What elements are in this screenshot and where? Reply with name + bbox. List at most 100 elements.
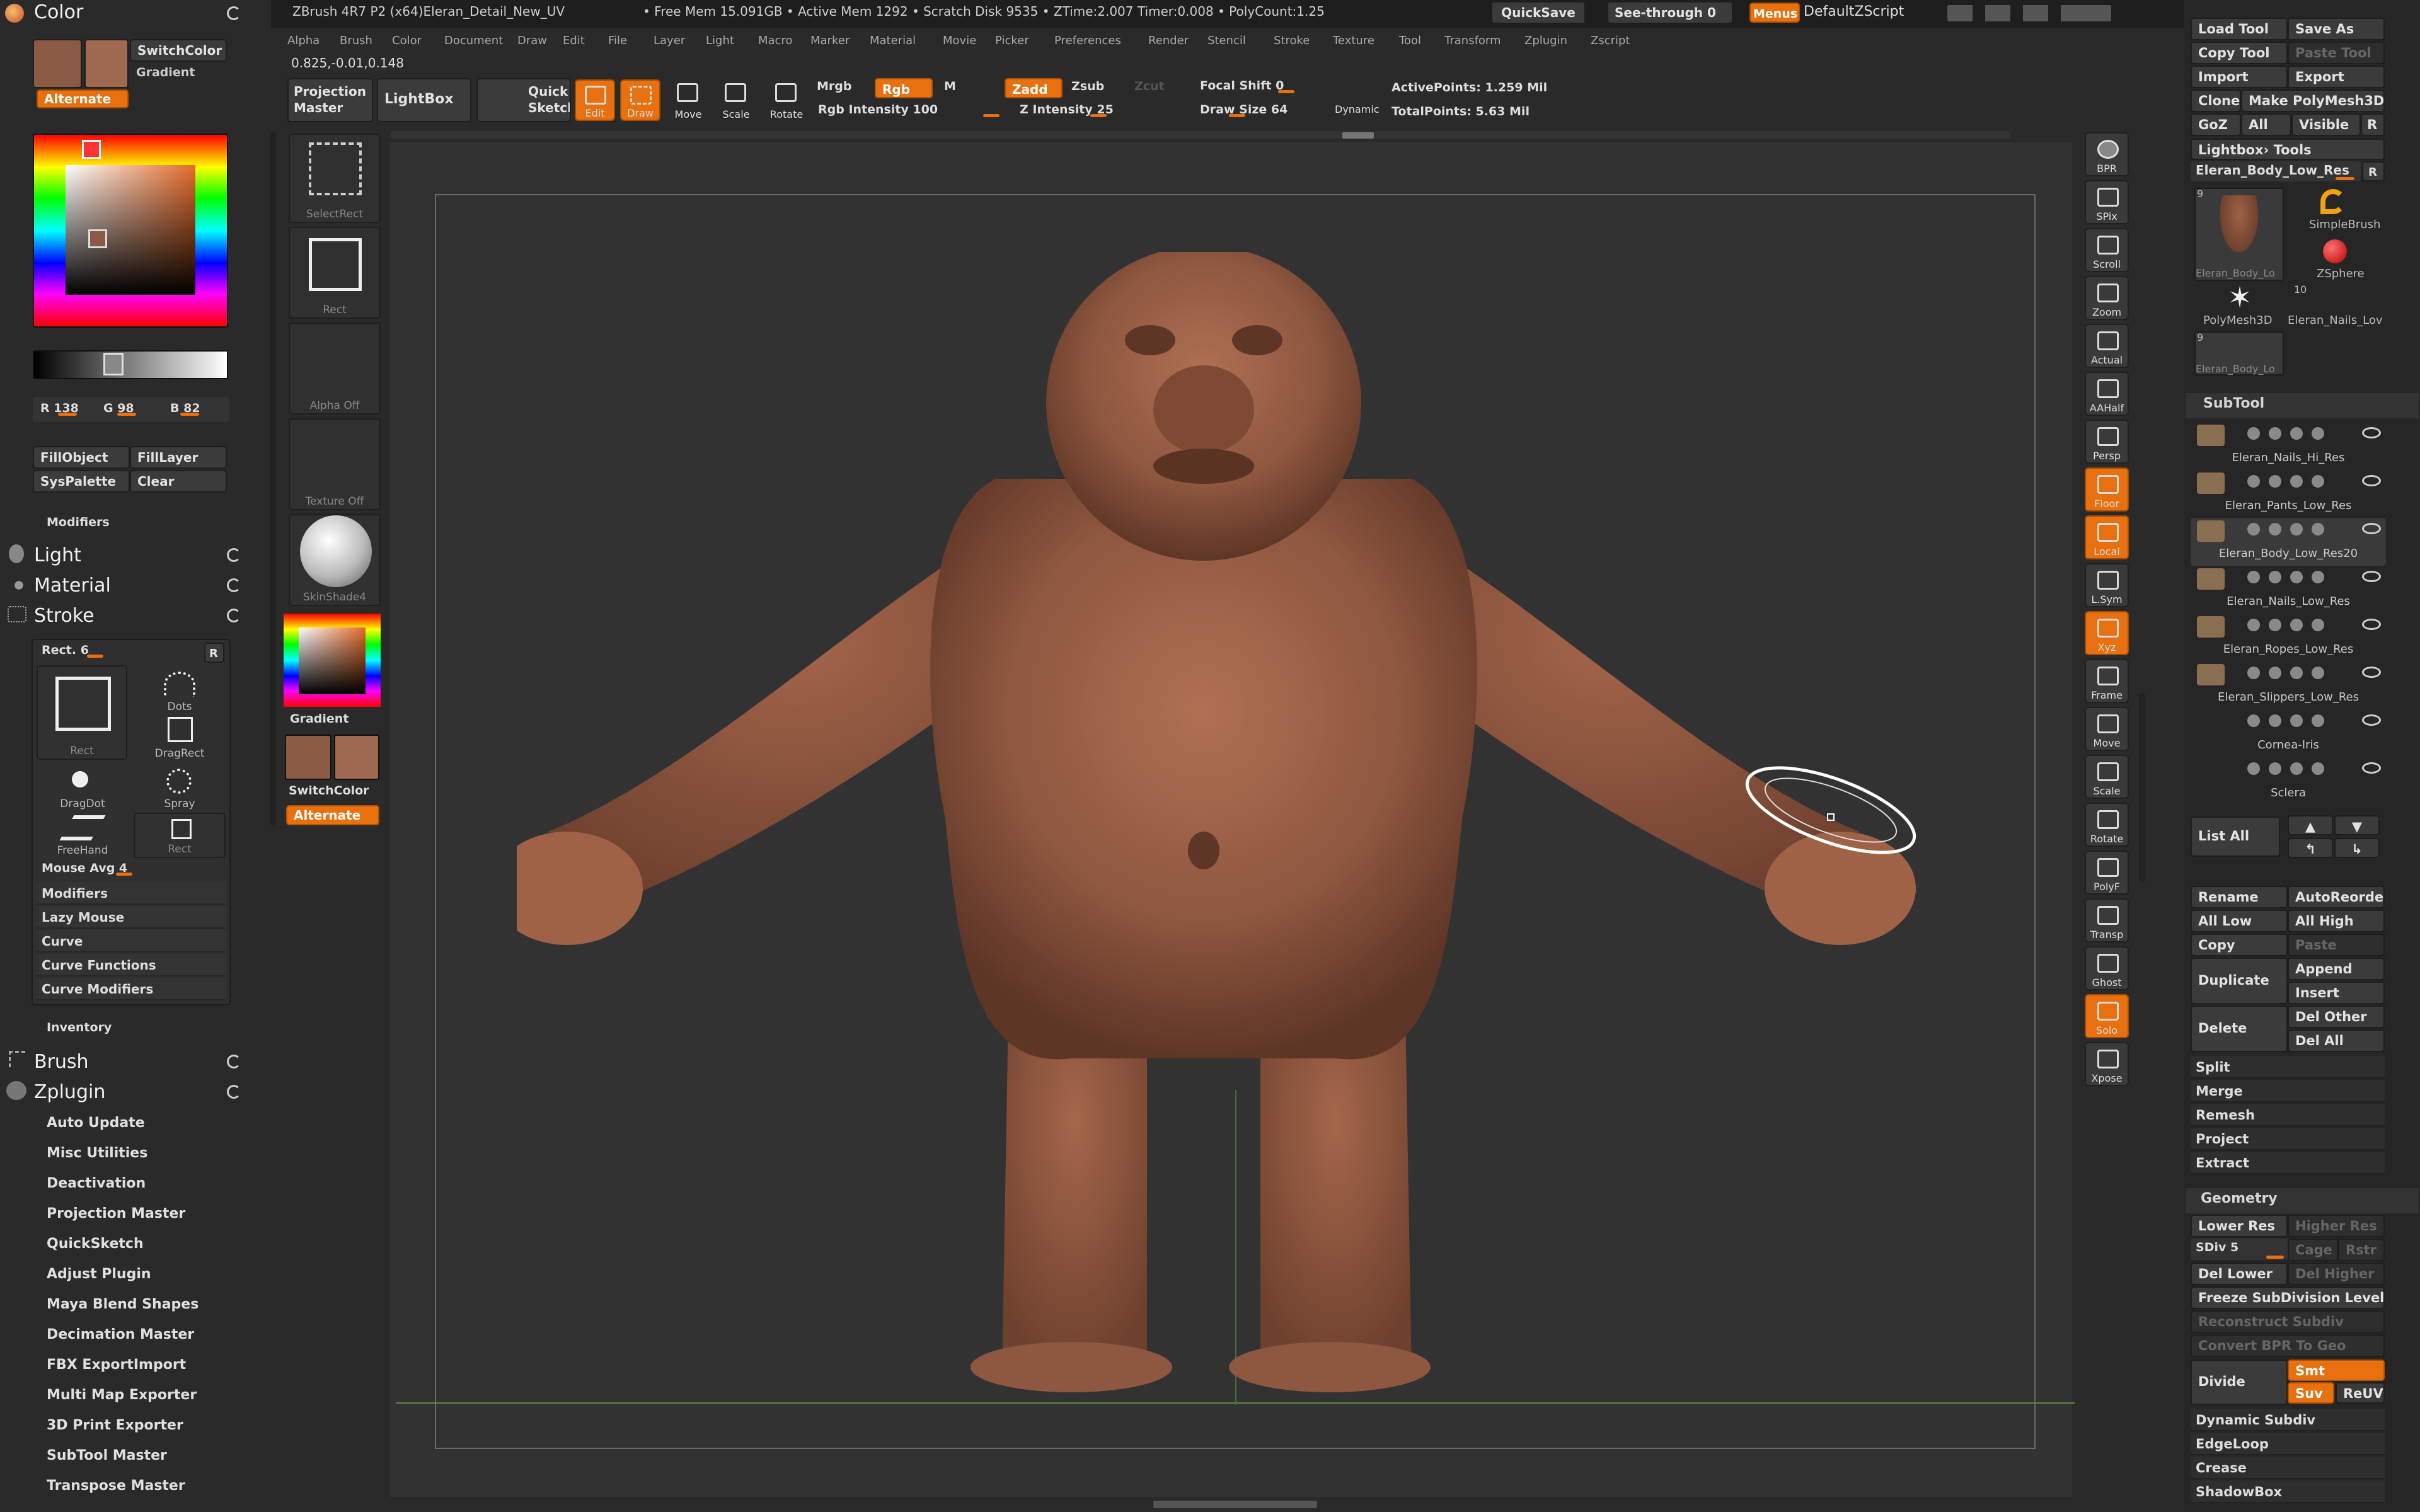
menu-draw[interactable]: Draw bbox=[517, 34, 547, 47]
del-higher-button[interactable]: Del Higher bbox=[2288, 1263, 2385, 1285]
stroke-submenu-item[interactable]: Lazy Mouse bbox=[37, 906, 226, 929]
dragrect-stroke-icon[interactable]: DragRect bbox=[139, 714, 221, 760]
rotate-button[interactable]: Rotate bbox=[766, 79, 807, 121]
view-lsym-button[interactable]: L.Sym bbox=[2085, 563, 2129, 607]
r-value[interactable]: R 138 bbox=[35, 399, 98, 417]
higher-res-button[interactable]: Higher Res bbox=[2288, 1215, 2385, 1237]
menu-document[interactable]: Document bbox=[444, 34, 503, 47]
append-button[interactable]: Append bbox=[2288, 958, 2385, 980]
menu-color[interactable]: Color bbox=[392, 34, 422, 47]
material-refresh-icon[interactable] bbox=[227, 578, 241, 592]
export-button[interactable]: Export bbox=[2288, 66, 2385, 88]
filllayer-button[interactable]: FillLayer bbox=[130, 446, 227, 469]
cage-button[interactable]: Cage bbox=[2288, 1239, 2338, 1261]
view-rotate-button[interactable]: Rotate bbox=[2085, 803, 2129, 847]
menu-preferences[interactable]: Preferences bbox=[1054, 34, 1121, 47]
alternate-button[interactable]: Alternate bbox=[37, 89, 129, 108]
view-zoom-button[interactable]: Zoom bbox=[2085, 276, 2129, 320]
draw-size-slider[interactable]: Draw Size 64 bbox=[1195, 101, 1321, 118]
rgb-intensity-slider[interactable]: Rgb Intensity 100 bbox=[813, 101, 1002, 118]
all-high-button[interactable]: All High bbox=[2288, 910, 2385, 932]
main-color-swatch[interactable] bbox=[33, 39, 82, 88]
subtool-toggles[interactable] bbox=[2247, 714, 2354, 730]
eye-icon[interactable] bbox=[2362, 762, 2381, 774]
menu-zplugin[interactable]: Zplugin bbox=[1524, 34, 1567, 47]
goz-r-button[interactable]: R bbox=[2361, 113, 2385, 136]
sdiv-slider[interactable]: SDiv 5 bbox=[2191, 1239, 2288, 1260]
saturation-value-square[interactable] bbox=[66, 165, 195, 295]
lightbox-tools-button[interactable]: Lightbox› Tools bbox=[2191, 139, 2385, 160]
window-controls[interactable] bbox=[1947, 5, 2111, 21]
view-polyf-button[interactable]: PolyF bbox=[2085, 850, 2129, 895]
simplebrush-label[interactable]: SimpleBrush bbox=[2309, 218, 2380, 231]
g-value[interactable]: G 98 bbox=[98, 399, 161, 417]
edit-button[interactable]: Edit bbox=[575, 79, 615, 121]
menu-render[interactable]: Render bbox=[1148, 34, 1189, 47]
subtool-action-split[interactable]: Split bbox=[2191, 1056, 2385, 1079]
menu-movie[interactable]: Movie bbox=[943, 34, 976, 47]
subtool-row[interactable]: Eleran_Pants_Low_Res bbox=[2191, 470, 2386, 518]
save-as-button[interactable]: Save As bbox=[2288, 18, 2385, 40]
zplugin-menu[interactable]: Zplugin bbox=[34, 1081, 105, 1103]
view-scale-button[interactable]: Scale bbox=[2085, 755, 2129, 799]
view-floor-button[interactable]: Floor bbox=[2085, 467, 2129, 512]
view-actual-button[interactable]: Actual bbox=[2085, 324, 2129, 368]
switchcolor-button[interactable]: SwitchColor bbox=[130, 39, 227, 62]
color-marker[interactable] bbox=[88, 229, 107, 248]
nails-tool-label[interactable]: Eleran_Nails_Lov bbox=[2288, 314, 2383, 327]
subtool-row[interactable]: Eleran_Ropes_Low_Res bbox=[2191, 614, 2386, 662]
light-refresh-icon[interactable] bbox=[227, 548, 241, 562]
rgb-button[interactable]: Rgb bbox=[875, 78, 933, 98]
zadd-button[interactable]: Zadd bbox=[1005, 78, 1063, 98]
alpha-off-tile[interactable]: Alpha Off bbox=[289, 323, 381, 415]
eye-icon[interactable] bbox=[2362, 667, 2381, 678]
quick-sketch-button[interactable]: Quick Sketch bbox=[476, 78, 571, 122]
color-header[interactable]: Color bbox=[34, 1, 83, 23]
rename-button[interactable]: Rename bbox=[2191, 886, 2288, 908]
strip-gradient-label[interactable]: Gradient bbox=[290, 712, 349, 726]
make-polymesh-button[interactable]: Make PolyMesh3D bbox=[2241, 89, 2385, 112]
geometry-item[interactable]: ShadowBox bbox=[2191, 1480, 2385, 1503]
menu-marker[interactable]: Marker bbox=[810, 34, 850, 47]
subtool-row[interactable]: Eleran_Slippers_Low_Res bbox=[2191, 662, 2386, 709]
subtool-toggles[interactable] bbox=[2247, 619, 2354, 634]
geometry-item[interactable]: Crease bbox=[2191, 1457, 2385, 1479]
stroke-refresh-icon[interactable] bbox=[227, 609, 241, 622]
arrow-left-button[interactable]: ↰ bbox=[2288, 838, 2333, 858]
brush-refresh-icon[interactable] bbox=[227, 1055, 241, 1068]
eye-icon[interactable] bbox=[2362, 523, 2381, 534]
strip-switchcolor[interactable]: SwitchColor bbox=[289, 784, 369, 798]
geometry-item[interactable]: EdgeLoop bbox=[2191, 1433, 2385, 1455]
subtool-action-project[interactable]: Project bbox=[2191, 1128, 2385, 1150]
secondary-color-swatch[interactable] bbox=[84, 39, 129, 88]
menu-tool[interactable]: Tool bbox=[1399, 34, 1421, 47]
menu-zscript[interactable]: Zscript bbox=[1591, 34, 1630, 47]
menu-brush[interactable]: Brush bbox=[340, 34, 372, 47]
menu-stroke[interactable]: Stroke bbox=[1274, 34, 1310, 47]
view-persp-button[interactable]: Persp bbox=[2085, 420, 2129, 464]
strip-sv-square[interactable] bbox=[299, 627, 366, 694]
dynamic-toggle[interactable]: Dynamic bbox=[1335, 103, 1380, 115]
geometry-header[interactable]: Geometry bbox=[2201, 1191, 2278, 1206]
zplugin-item[interactable]: QuickSketch bbox=[47, 1236, 144, 1252]
mouse-avg-slider[interactable]: Mouse Avg 4 bbox=[37, 859, 226, 877]
divide-button[interactable]: Divide bbox=[2191, 1360, 2288, 1405]
m-button[interactable]: M bbox=[944, 79, 956, 93]
subtool-toggles[interactable] bbox=[2247, 427, 2354, 442]
menu-stencil[interactable]: Stencil bbox=[1207, 34, 1246, 47]
zplugin-item[interactable]: Misc Utilities bbox=[47, 1145, 147, 1161]
subtool-action-remesh[interactable]: Remesh bbox=[2191, 1104, 2385, 1126]
geometry-item[interactable]: Dynamic Subdiv bbox=[2191, 1409, 2385, 1431]
subtool-action-merge[interactable]: Merge bbox=[2191, 1080, 2385, 1102]
strip-alternate[interactable]: Alternate bbox=[286, 805, 379, 825]
view-xpose-button[interactable]: Xpose bbox=[2085, 1042, 2129, 1086]
paste-tool-button[interactable]: Paste Tool bbox=[2288, 42, 2385, 64]
menu-texture[interactable]: Texture bbox=[1333, 34, 1374, 47]
subtool-row[interactable]: Cornea-Iris bbox=[2191, 709, 2386, 757]
smt-toggle[interactable]: Smt bbox=[2288, 1360, 2385, 1381]
import-button[interactable]: Import bbox=[2191, 66, 2288, 88]
view-frame-button[interactable]: Frame bbox=[2085, 659, 2129, 703]
dragdot-stroke-icon[interactable]: DragDot bbox=[42, 765, 124, 810]
insert-button[interactable]: Insert bbox=[2288, 982, 2385, 1004]
rect-stroke-tile[interactable]: Rect bbox=[37, 665, 127, 760]
